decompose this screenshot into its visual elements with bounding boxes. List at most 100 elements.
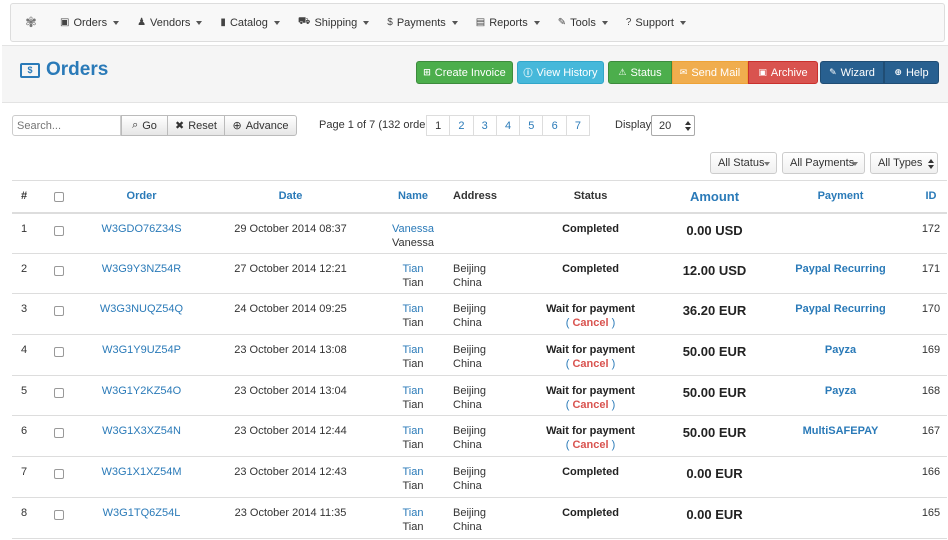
row-checkbox[interactable] [53, 509, 64, 520]
address-city: Beijing [453, 303, 487, 316]
page-link[interactable]: 2 [449, 115, 474, 136]
row-checkbox[interactable] [53, 306, 64, 317]
col-date[interactable]: Date [208, 180, 373, 214]
payments-filter-value: All Payments [790, 157, 855, 169]
nav-catalog[interactable]: ▮ Catalog [211, 4, 288, 41]
status-filter[interactable]: All Status [710, 152, 777, 174]
advance-button[interactable]: ⊕ Advance [224, 115, 297, 136]
row-checkbox[interactable] [53, 265, 64, 276]
view-history-label: View History [536, 66, 598, 79]
row-checkbox[interactable] [53, 428, 64, 439]
page-link[interactable]: 3 [472, 115, 497, 136]
customer-name-link[interactable]: Tian [403, 344, 424, 356]
row-checkbox[interactable] [53, 469, 64, 480]
row-checkbox[interactable] [53, 387, 64, 398]
row-checkbox[interactable] [53, 347, 64, 358]
order-link[interactable]: W3G1Y9UZ54P [102, 344, 181, 356]
page-link[interactable]: 1 [426, 115, 451, 136]
nav-vendors[interactable]: ♟ Vendors [128, 4, 211, 41]
col-name[interactable]: Name [373, 180, 453, 214]
order-amount: 36.20 EUR [682, 303, 747, 319]
view-history-button[interactable]: ⓘ View History [517, 61, 604, 84]
table-body: 1 W3GDO76Z34S 29 October 2014 08:37 Vanessa… [12, 212, 947, 539]
customer-name-link[interactable]: Tian [403, 263, 424, 275]
nav-payments[interactable]: $ Payments [378, 4, 466, 41]
col-id[interactable]: ID [915, 180, 947, 214]
cancel-link[interactable]: Cancel [572, 399, 608, 411]
payment-method-link[interactable]: Payza [825, 344, 856, 356]
logo-icon[interactable]: ✾ [11, 14, 51, 31]
nav-tools[interactable]: ✎ Tools [549, 4, 617, 41]
order-status: Wait for payment [546, 344, 635, 357]
nav-support[interactable]: ? Support [617, 4, 695, 41]
wrench-icon: ✎ [557, 17, 567, 28]
order-date: 29 October 2014 08:37 [208, 212, 373, 254]
nav-reports[interactable]: ▤ Reports [467, 4, 549, 41]
customer-name-link[interactable]: Tian [403, 385, 424, 397]
page-link[interactable]: 7 [565, 115, 591, 136]
archive-button[interactable]: ▣ Archive [748, 61, 818, 84]
customer-name: Tian [402, 480, 424, 493]
order-link[interactable]: W3G1X3XZ54N [102, 425, 181, 437]
go-button[interactable]: ⌕ Go [121, 115, 168, 136]
search-input[interactable] [12, 115, 121, 136]
nav-orders[interactable]: ▣ Orders [51, 4, 128, 41]
row-number: 2 [12, 253, 42, 295]
chevron-down-icon [852, 162, 858, 166]
row-checkbox[interactable] [53, 225, 64, 236]
payments-filter[interactable]: All Payments [782, 152, 865, 174]
display-select[interactable]: 20 [651, 115, 695, 136]
payment-method-link[interactable]: Payza [825, 385, 856, 397]
info-icon: ⓘ [523, 68, 533, 78]
page-link[interactable]: 4 [495, 115, 521, 136]
question-icon: ? [625, 17, 632, 28]
money-icon: $ [20, 62, 40, 78]
help-button[interactable]: ⊕ Help [884, 61, 939, 84]
create-invoice-button[interactable]: ⊞ Create Invoice [416, 61, 513, 84]
col-amount[interactable]: Amount [663, 180, 766, 214]
order-link[interactable]: W3GDO76Z34S [101, 223, 181, 235]
order-date: 24 October 2014 09:25 [208, 293, 373, 336]
cancel-link[interactable]: Cancel [572, 358, 608, 370]
table-header-row: # Order Date Name Address Status Amount … [12, 180, 947, 214]
nav-label: Catalog [229, 16, 268, 29]
customer-name-link[interactable]: Tian [403, 425, 424, 437]
order-link[interactable]: W3G3NUQZ54Q [100, 303, 183, 315]
payment-method-link[interactable]: MultiSAFEPAY [803, 425, 879, 437]
order-id: 167 [915, 415, 947, 458]
row-select-cell [42, 212, 75, 254]
customer-name-link[interactable]: Vanessa [392, 223, 434, 235]
customer-name-link[interactable]: Tian [403, 303, 424, 315]
help-label: Help [905, 66, 929, 79]
cancel-link[interactable]: Cancel [572, 439, 608, 451]
order-link[interactable]: W3G9Y3NZ54R [102, 263, 181, 275]
col-order[interactable]: Order [75, 180, 208, 214]
plus-icon: ⊞ [423, 67, 431, 77]
order-link[interactable]: W3G1X1XZ54M [101, 466, 181, 478]
payment-method-link[interactable]: Paypal Recurring [795, 303, 885, 315]
send-mail-button[interactable]: ✉ Send Mail [672, 61, 748, 84]
table-row: 8 W3G1TQ6Z54L 23 October 2014 11:35 Tian Tia… [12, 497, 947, 539]
page-link[interactable]: 5 [519, 115, 544, 136]
order-link[interactable]: W3G1Y2KZ54O [102, 385, 181, 397]
row-select-cell [42, 456, 75, 498]
order-amount: 50.00 EUR [682, 344, 747, 360]
display-label: Display [615, 119, 652, 131]
reports-icon: ▤ [475, 17, 486, 28]
col-status: Status [518, 180, 663, 214]
nav-shipping[interactable]: ⛟ Shipping [289, 4, 378, 41]
customer-name-link[interactable]: Tian [403, 507, 424, 519]
status-button[interactable]: ⚠ Status [608, 61, 672, 84]
cancel-link[interactable]: Cancel [572, 317, 608, 329]
order-link[interactable]: W3G1TQ6Z54L [103, 507, 181, 519]
select-all-checkbox[interactable] [53, 191, 64, 202]
page-link[interactable]: 6 [542, 115, 567, 136]
customer-name: Tian [402, 317, 424, 330]
types-filter[interactable]: All Types [870, 152, 938, 174]
chevron-down-icon [764, 162, 770, 166]
payment-method-link[interactable]: Paypal Recurring [795, 263, 885, 275]
col-payment[interactable]: Payment [766, 180, 915, 214]
reset-button[interactable]: ✖ Reset [167, 115, 225, 136]
wizard-button[interactable]: ✎ Wizard [820, 61, 884, 84]
customer-name-link[interactable]: Tian [403, 466, 424, 478]
